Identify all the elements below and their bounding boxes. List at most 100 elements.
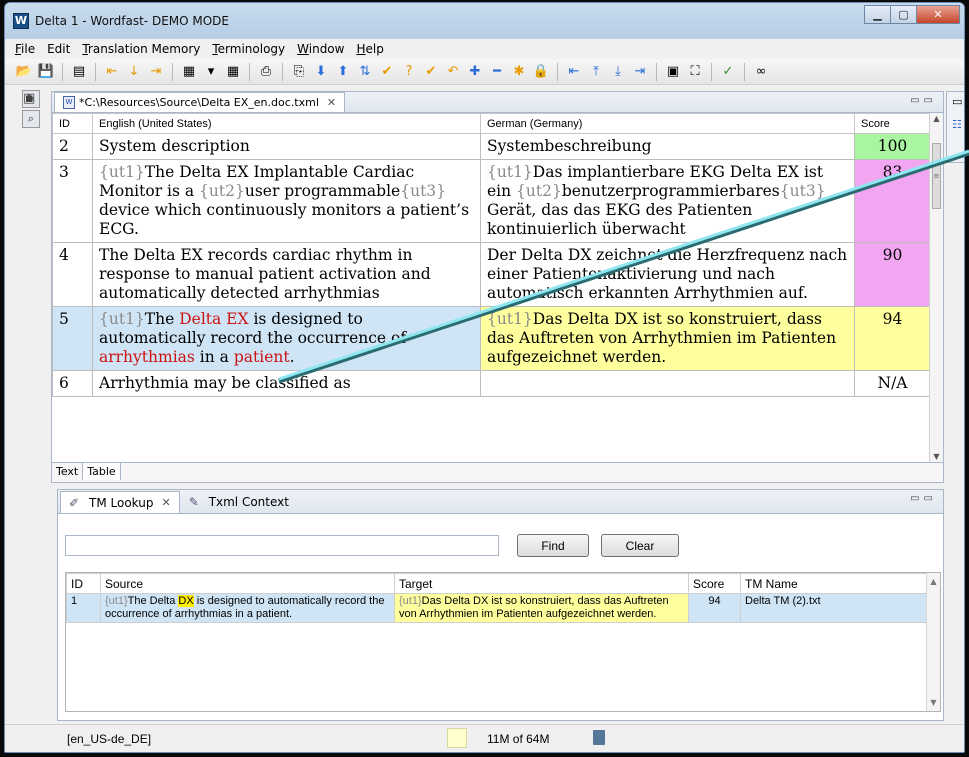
garbage-collect-icon[interactable] (593, 730, 605, 745)
tm-column-tm-name[interactable]: TM Name (740, 573, 929, 594)
segment-target[interactable]: Der Delta DX zeichnet die Herzfrequenz n… (480, 242, 855, 307)
toolbar: 📂 💾 ▤ ⇤ ↓ ⇥ ▦ ▾ ▦ ⎙ ⎘ ⬇ ⬆ ⇅ ✔? ✔ ↶ ✚ ━ ✱ 🔒 ⇤ ⤒ ⤓ ⇥ ▣ ⛶ ✓ ∞ (5, 59, 964, 85)
arrows-icon[interactable]: ⇅ (356, 63, 374, 81)
star-icon[interactable]: ✱ (510, 63, 528, 81)
tm-result-row[interactable]: 1 {ut1}The Delta DX is designed to autom… (66, 593, 929, 623)
tab-txml-context[interactable]: ✎ Txml Context (180, 491, 298, 513)
toolbar-separator (249, 62, 250, 81)
tm-column-source[interactable]: Source (100, 573, 395, 594)
column-header-source[interactable]: English (United States) (92, 113, 481, 134)
segment-row[interactable]: 2 System description Systembeschreibung 100 (52, 133, 929, 160)
segment-row[interactable]: 6 Arrhythmia may be classified as N/A (52, 370, 929, 397)
toolbar-separator (95, 62, 96, 81)
tm-result-score: 94 (688, 593, 741, 623)
segment-target[interactable]: Systembeschreibung (480, 133, 855, 160)
scroll-thumb[interactable]: ≡ (932, 143, 941, 209)
grid-icon[interactable]: ▣ (664, 63, 682, 81)
doc-icon[interactable]: ▤ (70, 63, 88, 81)
new-perspective-icon[interactable]: ▣ (23, 91, 35, 106)
link-icon[interactable]: ∞ (752, 63, 770, 81)
segment2-icon[interactable]: ▦ (224, 63, 242, 81)
undo-icon[interactable]: ↶ (444, 63, 462, 81)
term-match: Delta EX (179, 310, 249, 328)
top-icon[interactable]: ⤒ (587, 63, 605, 81)
maximize-button[interactable]: ▢ (890, 5, 917, 24)
save-icon[interactable]: 💾 (37, 63, 55, 81)
column-header-target[interactable]: German (Germany) (480, 113, 855, 134)
plus-icon[interactable]: ✚ (466, 63, 484, 81)
segment-target[interactable] (480, 370, 855, 397)
restore-icon[interactable]: ▭ (952, 95, 964, 108)
lookup-search-input[interactable] (65, 535, 499, 556)
perspective-search-icon[interactable]: ⌕ (22, 110, 40, 128)
segment-score: 90 (854, 242, 929, 307)
menu-item-5[interactable]: Help (350, 42, 389, 56)
next-segment-icon[interactable]: ⇥ (147, 63, 165, 81)
down-icon[interactable]: ↓ (125, 63, 143, 81)
print-icon[interactable]: ⎙ (257, 63, 275, 81)
editor-vertical-scrollbar[interactable]: ▲ ≡ ▼ (929, 113, 943, 463)
tm-vertical-scrollbar[interactable]: ▲ ▼ (926, 573, 940, 711)
menu-item-4[interactable]: Window (291, 42, 350, 56)
segment-row[interactable]: 3 {ut1}The Delta EX Implantable Cardiac M… (52, 159, 929, 243)
close-button[interactable]: ✕ (916, 5, 960, 24)
segment-source[interactable]: {ut1}The Delta EX Implantable Cardiac Mo… (92, 159, 481, 243)
prev-segment-icon[interactable]: ⇤ (103, 63, 121, 81)
segment-source[interactable]: The Delta EX records cardiac rhythm in r… (92, 242, 481, 307)
check2-icon[interactable]: ✔ (422, 63, 440, 81)
scroll-up-icon[interactable]: ▲ (930, 113, 943, 125)
menu-item-1[interactable]: Edit (41, 42, 76, 56)
tab-tm-lookup[interactable]: ✐ TM Lookup ✕ (60, 491, 180, 513)
column-header-id[interactable]: ID (52, 113, 93, 134)
question-icon[interactable]: ? (400, 63, 418, 81)
document-tab[interactable]: W *C:\Resources\Source\Delta EX_en.doc.t… (54, 92, 346, 112)
minimize-button[interactable]: ▁ (864, 5, 891, 24)
segment-source[interactable]: {ut1}The Delta EX is designed to automat… (92, 306, 481, 371)
txml-context-icon: ✎ (188, 495, 199, 509)
bottom-icon[interactable]: ⤓ (609, 63, 627, 81)
menu-item-3[interactable]: Terminology (206, 42, 291, 56)
segment-target[interactable]: {ut1}Das implantierbare EKG Delta EX ist… (480, 159, 855, 243)
find-button[interactable]: Find (517, 534, 589, 557)
last-icon[interactable]: ⇥ (631, 63, 649, 81)
copy-source-icon[interactable]: ⎘ (290, 63, 308, 81)
arrow-up-icon[interactable]: ⬆ (334, 63, 352, 81)
term-match: patient (233, 348, 290, 366)
segment-id: 5 (52, 306, 93, 371)
clear-button[interactable]: Clear (601, 534, 679, 557)
tab-text-view[interactable]: Text (52, 463, 84, 480)
tm-column-target[interactable]: Target (394, 573, 689, 594)
segment-target[interactable]: {ut1}Das Delta DX ist so konstruiert, da… (480, 306, 855, 371)
segment-source[interactable]: System description (92, 133, 481, 160)
menu-item-0[interactable]: File (9, 42, 41, 56)
panel-minmax-icon[interactable]: ▭▭ (910, 493, 937, 504)
menu-item-2[interactable]: Translation Memory (76, 42, 206, 56)
tm-column-id[interactable]: ID (66, 573, 101, 594)
memory-usage: 11M of 64M (487, 732, 550, 746)
close-tab-icon[interactable]: ✕ (161, 496, 170, 509)
minus-icon[interactable]: ━ (488, 63, 506, 81)
segment-source[interactable]: Arrhythmia may be classified as (92, 370, 481, 397)
left-rail: ✎ ⌕ (5, 87, 51, 724)
column-header-score[interactable]: Score (854, 113, 929, 134)
arrow-down-icon[interactable]: ⬇ (312, 63, 330, 81)
lock-icon[interactable]: 🔒 (532, 63, 550, 81)
title-bar[interactable]: W Delta 1 - Wordfast- DEMO MODE ▁ ▢ ✕ (5, 3, 964, 39)
tab-table-view[interactable]: Table (83, 463, 121, 480)
segment-icon[interactable]: ▦ (180, 63, 198, 81)
check-icon[interactable]: ✔ (378, 63, 396, 81)
dropdown-icon[interactable]: ▾ (202, 63, 220, 81)
panel-minmax-icon[interactable]: ▭▭ (910, 95, 937, 106)
open-icon[interactable]: 📂 (15, 63, 33, 81)
segment-row[interactable]: 5 {ut1}The Delta EX is designed to automa… (52, 306, 929, 371)
status-bar: [en_US-de_DE] 11M of 64M (5, 724, 964, 752)
fit-icon[interactable]: ⛶ (686, 63, 704, 81)
first-icon[interactable]: ⇤ (565, 63, 583, 81)
segment-row[interactable]: 4 The Delta EX records cardiac rhythm in … (52, 242, 929, 307)
toolbar-separator (172, 62, 173, 81)
close-tab-icon[interactable]: ✕ (327, 94, 336, 112)
tm-column-score[interactable]: Score (688, 573, 741, 594)
editor-panel: W *C:\Resources\Source\Delta EX_en.doc.t… (51, 91, 944, 483)
outline-icon[interactable]: ☷ (952, 118, 964, 131)
spellcheck-icon[interactable]: ✓ (719, 63, 737, 81)
